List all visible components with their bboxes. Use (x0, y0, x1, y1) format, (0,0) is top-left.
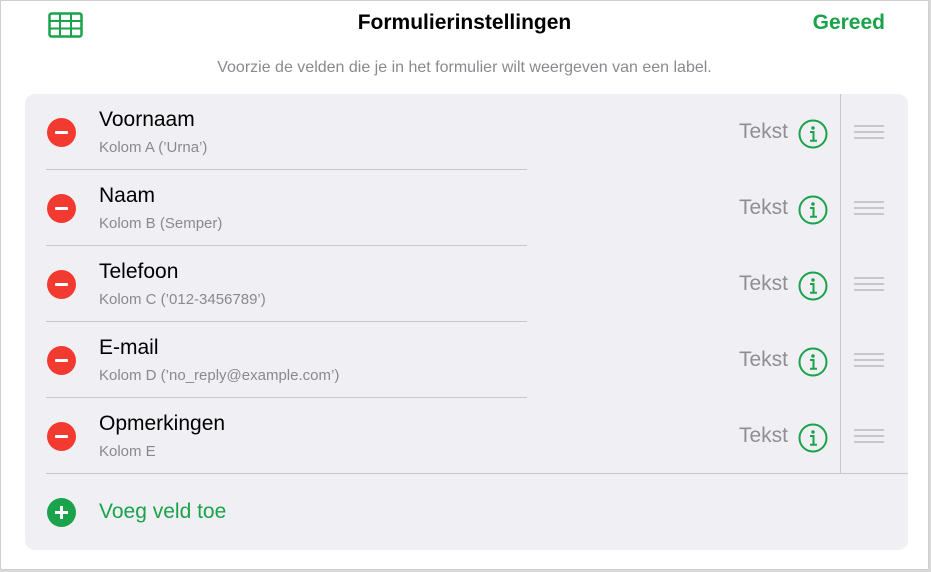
reorder-handle-icon[interactable] (854, 124, 884, 140)
field-row-telefoon: Telefoon Kolom C (’012-3456789’) Tekst (25, 246, 908, 322)
field-type[interactable]: Tekst (739, 424, 788, 448)
info-icon[interactable] (798, 195, 828, 225)
field-row-email: E-mail Kolom D (’no_reply@example.com’) … (25, 322, 908, 398)
field-row-voornaam: Voornaam Kolom A (’Urna’) Tekst (25, 94, 908, 170)
info-icon[interactable] (798, 347, 828, 377)
delete-field-button[interactable] (47, 118, 76, 147)
field-type[interactable]: Tekst (739, 120, 788, 144)
info-icon[interactable] (798, 119, 828, 149)
delete-field-button[interactable] (47, 346, 76, 375)
field-row-naam: Naam Kolom B (Semper) Tekst (25, 170, 908, 246)
divider (840, 398, 841, 474)
page-title: Formulierinstellingen (357, 11, 572, 34)
field-type[interactable]: Tekst (739, 196, 788, 220)
field-row-opmerkingen: Opmerkingen Kolom E Tekst (25, 398, 908, 474)
divider (840, 170, 841, 246)
divider (840, 246, 841, 322)
delete-field-button[interactable] (47, 422, 76, 451)
add-field-button[interactable]: Voeg veld toe (25, 474, 908, 550)
done-button[interactable]: Gereed (813, 11, 885, 35)
reorder-handle-icon[interactable] (854, 200, 884, 216)
delete-field-button[interactable] (47, 194, 76, 223)
add-field-label[interactable]: Voeg veld toe (99, 500, 226, 524)
fields-list: Voornaam Kolom A (’Urna’) Tekst Naam Kol… (25, 94, 908, 550)
field-column: Kolom C (’012-3456789’) (99, 291, 266, 308)
info-icon[interactable] (798, 423, 828, 453)
info-icon[interactable] (798, 271, 828, 301)
divider (840, 322, 841, 398)
field-type[interactable]: Tekst (739, 348, 788, 372)
field-type[interactable]: Tekst (739, 272, 788, 296)
field-name[interactable]: Opmerkingen (99, 412, 225, 436)
instructions-text: Voorzie de velden die je in het formulie… (217, 59, 712, 76)
field-column: Kolom E (99, 443, 156, 460)
field-column: Kolom D (’no_reply@example.com’) (99, 367, 340, 384)
form-settings-window: Formulierinstellingen Gereed Voorzie de … (0, 0, 929, 570)
delete-field-button[interactable] (47, 270, 76, 299)
reorder-handle-icon[interactable] (854, 276, 884, 292)
field-name[interactable]: Telefoon (99, 260, 178, 284)
field-column: Kolom A (’Urna’) (99, 139, 208, 156)
field-column: Kolom B (Semper) (99, 215, 223, 232)
add-circle-icon[interactable] (47, 498, 76, 527)
field-name[interactable]: Voornaam (99, 108, 195, 132)
field-name[interactable]: Naam (99, 184, 155, 208)
divider (840, 94, 841, 170)
field-name[interactable]: E-mail (99, 336, 159, 360)
reorder-handle-icon[interactable] (854, 428, 884, 444)
reorder-handle-icon[interactable] (854, 352, 884, 368)
